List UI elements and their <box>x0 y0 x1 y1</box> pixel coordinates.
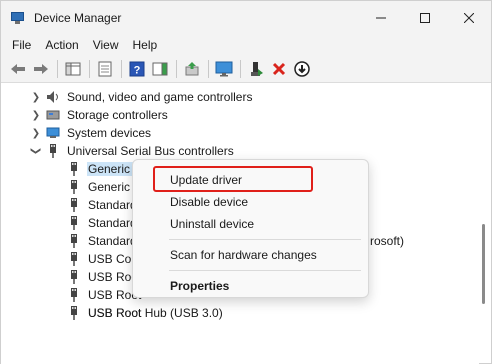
usb-device-icon <box>66 179 82 195</box>
menu-divider <box>169 270 361 271</box>
menu-divider <box>169 239 361 240</box>
window-title: Device Manager <box>34 10 122 25</box>
usb-device-icon <box>66 233 82 249</box>
usb-device-icon <box>66 197 82 213</box>
usb-controller-icon <box>45 143 61 159</box>
menu-item-properties[interactable]: Properties <box>170 276 229 296</box>
close-button[interactable] <box>447 1 491 34</box>
disable-device-icon <box>293 61 310 77</box>
menu-help[interactable]: Help <box>126 38 165 52</box>
device-manager-icon <box>10 10 26 26</box>
enable-device-icon <box>250 62 263 76</box>
menu-file[interactable]: File <box>5 38 38 52</box>
tree-device-item[interactable]: USB Root <box>66 286 142 304</box>
tree-device-item[interactable]: USB Root <box>66 268 142 286</box>
properties-button[interactable] <box>94 59 115 80</box>
close-icon <box>464 12 474 23</box>
forward-arrow-icon <box>33 64 48 74</box>
system-devices-icon <box>45 125 61 141</box>
update-driver-icon <box>185 62 198 76</box>
menu-item-disable-device[interactable]: Disable device <box>170 192 248 212</box>
show-hide-console-tree-button[interactable] <box>62 59 83 80</box>
vertical-scrollbar[interactable] <box>479 84 489 364</box>
tree-label: Standard <box>88 216 137 230</box>
minimize-icon <box>376 17 386 18</box>
tree-category-sound[interactable]: ❯ Sound, video and game controllers <box>31 88 253 106</box>
toolbar-divider <box>89 60 90 78</box>
tree-category-usb[interactable]: ❯ Universal Serial Bus controllers <box>31 142 235 160</box>
svg-text:?: ? <box>133 65 140 77</box>
title-bar: Device Manager <box>1 1 491 34</box>
tree-label: Standard <box>88 234 137 248</box>
usb-device-icon <box>66 269 82 285</box>
usb-device-icon <box>66 215 82 231</box>
menu-view[interactable]: View <box>86 38 126 52</box>
tree-category-storage[interactable]: ❯ Storage controllers <box>31 106 169 124</box>
tree-device-item[interactable]: Standard <box>66 214 138 232</box>
expand-chevron-icon[interactable]: ❯ <box>31 124 41 142</box>
tree-device-item[interactable]: Standard <box>66 232 138 250</box>
tree-label-overflow: rosoft) <box>369 232 405 250</box>
device-manager-window: Device Manager File Action View Help ? ❯… <box>0 0 492 364</box>
storage-controller-icon <box>45 107 61 123</box>
toolbar-divider <box>208 60 209 78</box>
action-pane-icon <box>152 62 167 76</box>
minimize-button[interactable] <box>359 1 403 34</box>
highlight-annotation-box <box>153 166 313 192</box>
usb-device-icon <box>66 305 82 321</box>
action-pane-button[interactable] <box>149 59 170 80</box>
tree-label-suffix: rosoft) <box>370 234 405 248</box>
menu-action[interactable]: Action <box>38 38 85 52</box>
disable-device-toolbar-button[interactable] <box>291 59 312 80</box>
expand-chevron-icon[interactable]: ❯ <box>31 88 41 106</box>
help-button[interactable]: ? <box>126 59 147 80</box>
tree-category-system[interactable]: ❯ System devices <box>31 124 152 142</box>
properties-sheet-icon <box>98 61 111 77</box>
tree-device-item[interactable]: Standard <box>66 196 138 214</box>
forward-button[interactable] <box>30 59 51 80</box>
enable-device-toolbar-button[interactable] <box>245 59 266 80</box>
toolbar-divider <box>57 60 58 78</box>
uninstall-x-icon <box>272 62 285 76</box>
tree-label: Standard <box>88 198 137 212</box>
toolbar-divider <box>176 60 177 78</box>
tree-device-item[interactable]: USB Con <box>66 250 139 268</box>
back-button[interactable] <box>7 59 28 80</box>
menu-bar: File Action View Help <box>1 34 491 56</box>
speaker-icon <box>45 89 61 105</box>
back-arrow-icon <box>10 64 25 74</box>
maximize-button[interactable] <box>403 1 447 34</box>
toolbar-divider <box>240 60 241 78</box>
scan-hardware-toolbar-button[interactable] <box>213 59 234 80</box>
collapse-chevron-icon[interactable]: ❯ <box>27 146 45 156</box>
console-tree-icon <box>65 62 80 76</box>
tree-label: Universal Serial Bus controllers <box>67 144 234 158</box>
menu-item-uninstall-device[interactable]: Uninstall device <box>170 214 254 234</box>
maximize-icon <box>420 12 430 23</box>
usb-device-icon <box>66 251 82 267</box>
tree-label: Sound, video and game controllers <box>67 90 253 104</box>
tree-label: Storage controllers <box>67 108 168 122</box>
help-icon: ? <box>129 61 144 77</box>
expand-chevron-icon[interactable]: ❯ <box>31 106 41 124</box>
update-driver-toolbar-button[interactable] <box>181 59 202 80</box>
tree-label: USB Root Hub (USB 3.0) <box>88 306 223 320</box>
uninstall-device-toolbar-button[interactable] <box>268 59 289 80</box>
toolbar: ? <box>1 56 491 83</box>
usb-device-icon <box>66 161 82 177</box>
scan-hardware-monitor-icon <box>215 61 232 77</box>
tree-label: System devices <box>67 126 152 140</box>
toolbar-divider <box>121 60 122 78</box>
scrollbar-thumb[interactable] <box>482 224 485 304</box>
tree-device-item[interactable]: USB Root Hub (USB 3.0) <box>66 304 224 322</box>
usb-device-icon <box>66 287 82 303</box>
menu-item-scan-hardware[interactable]: Scan for hardware changes <box>170 245 317 265</box>
